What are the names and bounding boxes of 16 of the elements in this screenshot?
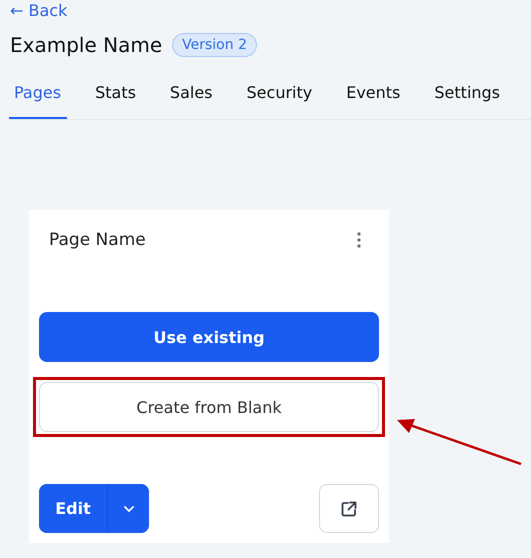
back-link[interactable]: ← Back: [10, 1, 531, 21]
create-from-blank-button[interactable]: Create from Blank: [39, 382, 379, 432]
tab[interactable]: Sales: [164, 71, 219, 119]
tab[interactable]: Stats: [89, 71, 142, 119]
edit-button[interactable]: Edit: [39, 484, 108, 533]
more-options-icon[interactable]: [356, 232, 362, 248]
use-existing-button[interactable]: Use existing: [39, 312, 379, 362]
card-title: Page Name: [49, 230, 146, 250]
external-link-icon: [340, 500, 358, 518]
tab[interactable]: Security: [240, 71, 318, 119]
tab[interactable]: Settings: [428, 71, 506, 119]
open-external-button[interactable]: [319, 484, 379, 533]
version-badge: Version 2: [172, 33, 257, 57]
page-title: Example Name: [10, 33, 162, 57]
tab[interactable]: Events: [340, 71, 406, 119]
tab[interactable]: Pages: [9, 71, 68, 119]
